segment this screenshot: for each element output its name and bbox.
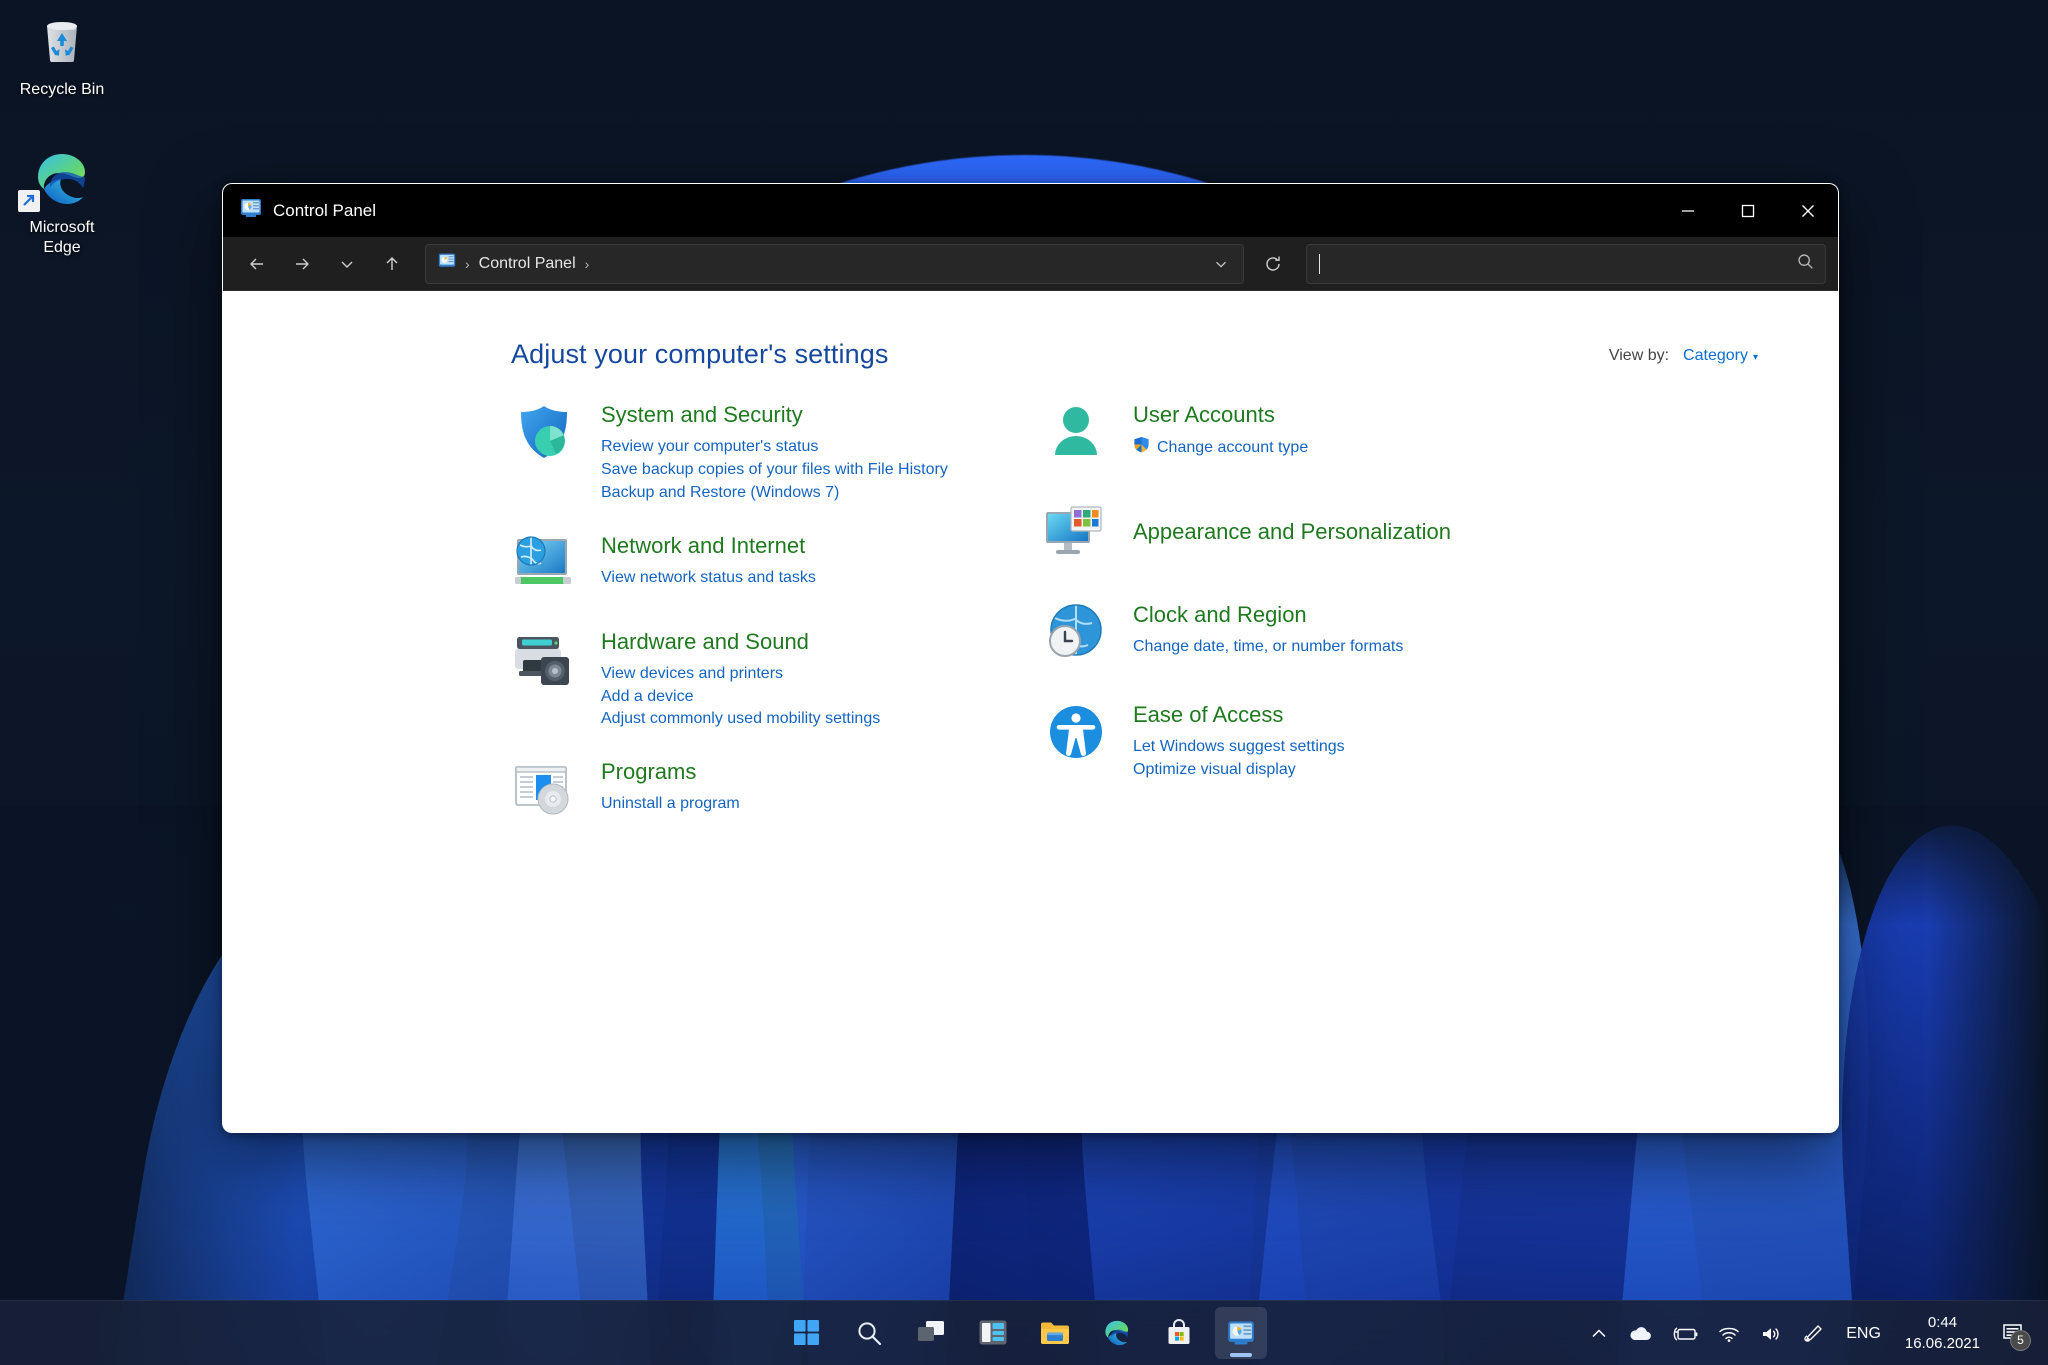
maximize-button[interactable] — [1718, 184, 1778, 237]
category-hardware-and-sound[interactable]: Hardware and Sound View devices and prin… — [511, 627, 981, 732]
category-link[interactable]: Uninstall a program — [601, 793, 740, 816]
text-caret — [1319, 253, 1320, 274]
desktop-icon-label-line1: Microsoft — [29, 219, 95, 236]
category-title[interactable]: Ease of Access — [1133, 702, 1345, 728]
pen-icon[interactable] — [1792, 1311, 1834, 1357]
category-user-accounts[interactable]: User Accounts Change account type — [1043, 400, 1513, 470]
category-title[interactable]: Appearance and Personalization — [1133, 519, 1451, 545]
control-panel-button[interactable] — [1215, 1307, 1267, 1359]
category-link[interactable]: Review your computer's status — [601, 436, 948, 459]
close-button[interactable] — [1778, 184, 1838, 237]
search-icon[interactable] — [1796, 252, 1815, 276]
view-by-label: View by: — [1608, 347, 1670, 364]
category-network-and-internet[interactable]: Network and Internet View network status… — [511, 531, 981, 601]
programs-disc-icon — [511, 757, 581, 827]
printer-speaker-icon — [511, 627, 581, 697]
desktop[interactable]: Recycle Bin Microsoft Edge Control Panel… — [0, 0, 2048, 1365]
network-globe-monitor-icon — [511, 531, 581, 601]
uac-shield-icon — [1133, 436, 1150, 461]
up-arrow-icon[interactable] — [370, 244, 413, 284]
clock-globe-icon — [1043, 600, 1113, 670]
language-indicator[interactable]: ENG — [1834, 1325, 1893, 1343]
start-button[interactable] — [781, 1307, 833, 1359]
microsoft-edge-icon — [6, 148, 118, 212]
category-link[interactable]: Let Windows suggest settings — [1133, 736, 1345, 759]
breadcrumb-separator-trailing[interactable]: › — [582, 256, 593, 272]
taskbar[interactable]: ENG 0:44 16.06.2021 5 — [0, 1300, 2048, 1365]
category-link[interactable]: View devices and printers — [601, 663, 880, 686]
breadcrumb-control-panel[interactable]: Control Panel — [479, 255, 576, 273]
back-arrow-icon[interactable] — [235, 244, 278, 284]
microsoft-edge-button[interactable] — [1091, 1307, 1143, 1359]
category-link[interactable]: Adjust commonly used mobility settings — [601, 708, 880, 731]
task-view-button[interactable] — [905, 1307, 957, 1359]
category-link[interactable]: Change date, time, or number formats — [1133, 636, 1403, 659]
category-link[interactable]: Optimize visual display — [1133, 759, 1345, 782]
view-by-control[interactable]: View by: Category ▾ — [1609, 339, 1782, 365]
window-navbar[interactable]: › Control Panel › — [223, 237, 1838, 291]
show-hidden-icons-chevron-up-icon[interactable] — [1580, 1311, 1618, 1357]
address-control-panel-icon — [438, 252, 456, 275]
page-title: Adjust your computer's settings — [511, 339, 889, 369]
user-account-icon — [1043, 400, 1113, 470]
ease-of-access-icon — [1043, 700, 1113, 770]
shield-pie-icon — [511, 400, 581, 470]
category-column-left: System and Security Review your computer… — [511, 400, 981, 853]
clock-time: 0:44 — [1927, 1314, 1958, 1332]
category-link[interactable]: Add a device — [601, 686, 880, 709]
refresh-icon[interactable] — [1250, 244, 1296, 284]
category-title[interactable]: Hardware and Sound — [601, 629, 880, 655]
window-content: Adjust your computer's settings View by:… — [223, 291, 1838, 1132]
breadcrumb-separator-leading: › — [465, 255, 470, 272]
desktop-icon-microsoft-edge[interactable]: Microsoft Edge — [6, 148, 118, 258]
widgets-button[interactable] — [967, 1307, 1019, 1359]
control-panel-window[interactable]: Control Panel › Control Panel › Adjust y… — [222, 183, 1839, 1133]
notification-badge: 5 — [2010, 1329, 2031, 1351]
file-explorer-button[interactable] — [1029, 1307, 1081, 1359]
minimize-button[interactable] — [1658, 184, 1718, 237]
desktop-icon-recycle-bin[interactable]: Recycle Bin — [6, 10, 118, 100]
category-programs[interactable]: Programs Uninstall a program — [511, 757, 981, 827]
speaker-volume-icon[interactable] — [1750, 1311, 1792, 1357]
category-title[interactable]: Programs — [601, 759, 740, 785]
chevron-down-icon[interactable]: ▾ — [1753, 352, 1758, 363]
address-chevron-down-icon[interactable] — [1205, 248, 1237, 280]
category-link[interactable]: Change account type — [1157, 437, 1308, 460]
address-bar[interactable]: › Control Panel › — [425, 243, 1244, 284]
category-ease-of-access[interactable]: Ease of Access Let Windows suggest setti… — [1043, 700, 1513, 782]
appearance-monitor-icon — [1043, 500, 1113, 570]
window-titlebar[interactable]: Control Panel — [223, 184, 1838, 237]
category-system-and-security[interactable]: System and Security Review your computer… — [511, 400, 981, 505]
view-by-value[interactable]: Category — [1683, 347, 1748, 365]
search-box[interactable] — [1306, 243, 1826, 284]
category-column-right: User Accounts Change account type Appear… — [1043, 400, 1513, 853]
category-appearance-and-personalization[interactable]: Appearance and Personalization — [1043, 500, 1513, 570]
window-title: Control Panel — [273, 200, 377, 220]
category-title[interactable]: User Accounts — [1133, 402, 1308, 428]
forward-arrow-icon[interactable] — [280, 244, 323, 284]
onedrive-cloud-icon[interactable] — [1618, 1311, 1662, 1357]
category-title[interactable]: Network and Internet — [601, 533, 816, 559]
notifications-button[interactable]: 5 — [1992, 1311, 2038, 1357]
category-clock-and-region[interactable]: Clock and Region Change date, time, or n… — [1043, 600, 1513, 670]
control-panel-icon — [240, 197, 262, 224]
category-link[interactable]: Backup and Restore (Windows 7) — [601, 482, 948, 505]
desktop-icon-label-line2: Edge — [43, 239, 81, 256]
category-link[interactable]: View network status and tasks — [601, 567, 816, 590]
clock-date-value: 16.06.2021 — [1904, 1334, 1980, 1352]
recent-locations-chevron-down-icon[interactable] — [325, 244, 368, 284]
microsoft-store-button[interactable] — [1153, 1307, 1205, 1359]
clock-date[interactable]: 0:44 16.06.2021 — [1893, 1311, 1992, 1357]
wifi-icon[interactable] — [1708, 1311, 1750, 1357]
battery-charging-icon[interactable] — [1662, 1311, 1708, 1357]
system-tray[interactable]: ENG 0:44 16.06.2021 5 — [1580, 1301, 2048, 1365]
desktop-icon-label: Recycle Bin — [19, 81, 105, 98]
recycle-bin-icon — [6, 10, 118, 72]
search-button[interactable] — [843, 1307, 895, 1359]
category-link-row[interactable]: Change account type — [1133, 436, 1308, 461]
category-link[interactable]: Save backup copies of your files with Fi… — [601, 459, 948, 482]
category-title[interactable]: Clock and Region — [1133, 602, 1403, 628]
category-title[interactable]: System and Security — [601, 402, 948, 428]
